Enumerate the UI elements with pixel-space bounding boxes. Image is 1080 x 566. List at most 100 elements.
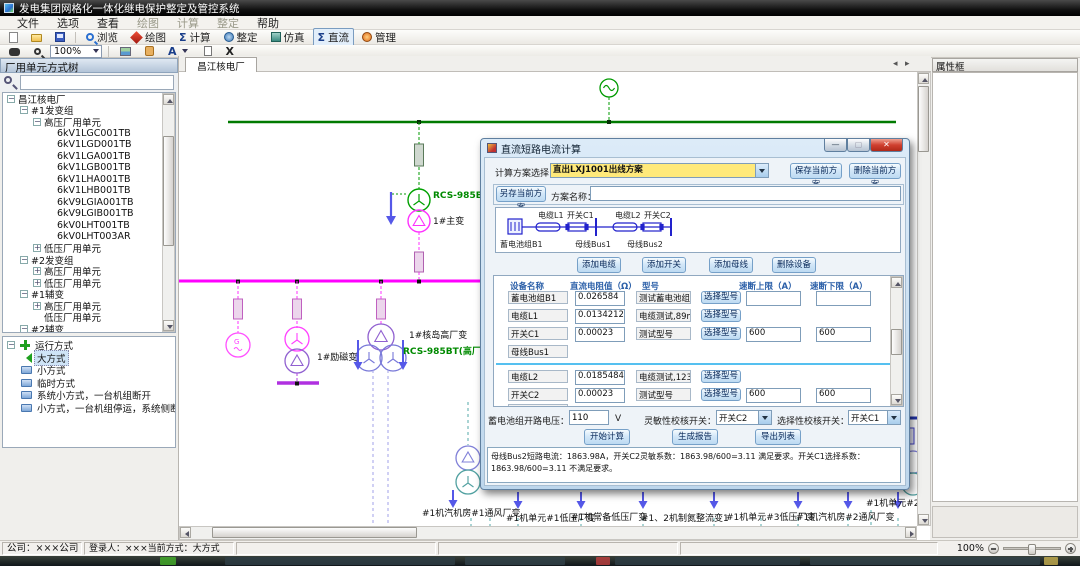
table-scrollbar[interactable] <box>890 276 903 406</box>
run-mode-item[interactable]: 大方式 <box>3 352 175 365</box>
scroll-right-button[interactable] <box>905 527 916 538</box>
delete-scheme-button[interactable]: 删除当前方案 <box>849 163 901 179</box>
tree-item[interactable]: 6kV1LGD001TB <box>3 139 175 151</box>
resistance-input[interactable]: 0.00023 <box>575 327 625 342</box>
tree-item[interactable]: +低压厂用单元 <box>3 243 175 255</box>
sensitivity-switch-combo[interactable]: 开关C2 <box>716 410 772 425</box>
simulate-button[interactable]: 仿真 <box>266 28 310 47</box>
expand-icon[interactable]: + <box>33 279 41 287</box>
diagram-tab[interactable]: 昌江核电厂 <box>185 57 257 72</box>
maximize-button[interactable]: ▢ <box>847 139 870 152</box>
scrollbar-thumb[interactable] <box>891 329 902 355</box>
scroll-up-button[interactable] <box>163 94 174 105</box>
run-mode-tree[interactable]: −运行方式大方式小方式临时方式系统小方式，一台机组断开小方式，一台机组停运，系统… <box>2 336 176 448</box>
tree-item[interactable]: 低压厂用单元 <box>3 312 175 324</box>
unit-tree[interactable]: −昌江核电厂−#1发变组−高压厂用单元6kV1LGC001TB6kV1LGD00… <box>2 92 176 333</box>
run-mode-item[interactable]: 小方式，一台机组停运，系统侧断开 <box>3 402 175 415</box>
collapse-icon[interactable]: − <box>20 325 28 333</box>
tree-item[interactable]: 6kV1LGB001TB <box>3 162 175 174</box>
run-mode-item[interactable]: 临时方式 <box>3 377 175 390</box>
zoom-slider-thumb[interactable] <box>1028 544 1036 555</box>
run-mode-root[interactable]: −运行方式 <box>3 339 175 352</box>
chevron-down-icon[interactable] <box>755 164 768 177</box>
zoom-in-button[interactable] <box>1065 543 1076 554</box>
collapse-icon[interactable]: − <box>33 118 41 126</box>
zoom-tool-button[interactable] <box>29 46 46 57</box>
tree-item[interactable]: 6kV9LGIA001TB <box>3 197 175 209</box>
scroll-down-button[interactable] <box>163 320 174 331</box>
scrollbar-thumb[interactable] <box>918 86 929 152</box>
manage-button[interactable]: 管理 <box>357 28 401 47</box>
os-taskbar[interactable] <box>0 556 1080 566</box>
scrollbar-thumb[interactable] <box>212 527 417 538</box>
tree-search-input[interactable] <box>20 75 174 90</box>
collapse-icon[interactable]: − <box>7 95 15 103</box>
tree-item[interactable]: 6kV1LGC001TB <box>3 128 175 140</box>
tree-item[interactable]: −#2辅变 <box>3 323 175 333</box>
resistance-input[interactable]: 0.00023 <box>575 388 625 403</box>
add-cable-button[interactable]: 添加电缆 <box>577 257 621 273</box>
upper-limit-input[interactable]: 600 <box>746 388 801 403</box>
select-model-button[interactable]: 选择型号 <box>701 291 741 304</box>
scroll-down-button[interactable] <box>918 514 929 525</box>
run-mode-item[interactable]: 小方式 <box>3 364 175 377</box>
lower-limit-input[interactable] <box>816 291 871 306</box>
find-button[interactable] <box>4 44 25 58</box>
tab-nav-right-icon[interactable]: ▸ <box>905 59 910 69</box>
minimize-button[interactable]: — <box>824 139 847 152</box>
expand-icon[interactable]: + <box>33 267 41 275</box>
scroll-down-button[interactable] <box>891 394 902 405</box>
properties-panel[interactable] <box>932 72 1078 502</box>
tree-item[interactable]: 6kV1LHB001TB <box>3 185 175 197</box>
zoom-combo[interactable]: 100% <box>50 45 102 58</box>
add-switch-button[interactable]: 添加开关 <box>642 257 686 273</box>
tab-nav-left-icon[interactable]: ◂ <box>893 59 898 69</box>
new-doc-button[interactable] <box>4 30 23 45</box>
collapse-icon[interactable]: − <box>20 106 28 114</box>
lower-limit-input[interactable]: 600 <box>816 327 871 342</box>
taskbar-item[interactable] <box>810 557 1040 565</box>
select-model-button[interactable]: 选择型号 <box>701 388 741 401</box>
resistance-input[interactable]: 0.0134212 <box>575 309 625 324</box>
dc-short-circuit-dialog[interactable]: 直流短路电流计算 — ▢ ✕ 计算方案选择： 直出LXJ1001出线方案 保存当… <box>480 138 910 490</box>
expand-icon[interactable]: + <box>33 244 41 252</box>
tree-scrollbar[interactable] <box>162 93 175 332</box>
tree-item[interactable]: −昌江核电厂 <box>3 93 175 105</box>
start-calc-button[interactable]: 开始计算 <box>584 429 630 445</box>
save-button[interactable] <box>50 30 70 44</box>
zoom-out-button[interactable] <box>988 543 999 554</box>
resistance-input[interactable]: 0.0185484 <box>575 370 625 385</box>
collapse-icon[interactable]: − <box>7 341 15 349</box>
collapse-icon[interactable]: − <box>20 256 28 264</box>
canvas-vscrollbar[interactable] <box>917 72 931 526</box>
generate-report-button[interactable]: 生成报告 <box>672 429 718 445</box>
upper-limit-input[interactable] <box>746 291 801 306</box>
open-button[interactable] <box>26 30 47 44</box>
expand-icon[interactable]: + <box>33 302 41 310</box>
taskbar-item[interactable] <box>615 557 800 565</box>
resistance-input[interactable]: 0.026584 <box>575 291 625 306</box>
taskbar-item[interactable] <box>465 557 565 565</box>
save-scheme-button[interactable]: 保存当前方案 <box>790 163 842 179</box>
selectivity-switch-combo[interactable]: 开关C1 <box>848 410 901 425</box>
collapse-icon[interactable]: − <box>20 290 28 298</box>
select-model-button[interactable]: 选择型号 <box>701 327 741 340</box>
zoom-slider-track[interactable] <box>1003 547 1061 550</box>
select-model-button[interactable]: 选择型号 <box>701 370 741 383</box>
taskbar-item[interactable] <box>225 557 455 565</box>
pan-button[interactable] <box>140 44 159 58</box>
taskbar-item[interactable] <box>596 557 610 565</box>
chevron-down-icon[interactable] <box>758 411 771 424</box>
tree-item[interactable]: −高压厂用单元 <box>3 116 175 128</box>
tree-item[interactable]: 6kV1LGA001TB <box>3 151 175 163</box>
delete-device-button[interactable]: 删除设备 <box>772 257 816 273</box>
dc-button[interactable]: Σ直流 <box>313 28 355 47</box>
tree-item[interactable]: 6kV9LGIB001TB <box>3 208 175 220</box>
tree-item[interactable]: 6kV1LHA001TB <box>3 174 175 186</box>
tree-item[interactable]: 6kV0LHT001TB <box>3 220 175 232</box>
scheme-name-input[interactable] <box>590 186 901 201</box>
image-button[interactable] <box>115 44 136 58</box>
tree-item[interactable]: +低压厂用单元 <box>3 277 175 289</box>
taskbar-item[interactable] <box>160 557 176 565</box>
run-mode-item[interactable]: 系统小方式，一台机组断开 <box>3 389 175 402</box>
